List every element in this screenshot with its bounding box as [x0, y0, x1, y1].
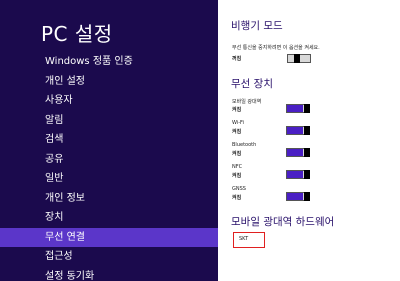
settings-content: 비행기 모드 무선 통신을 중지하려면 이 옵션을 켜세요. 꺼짐 무선 장치 … [218, 0, 400, 281]
bluetooth-state: 켜짐 [232, 151, 242, 157]
gnss-state: 켜짐 [232, 195, 242, 201]
nav-item-sync-settings[interactable]: 설정 동기화 [0, 267, 218, 281]
operator-item-skt[interactable]: SKT [233, 232, 265, 248]
bluetooth-toggle[interactable] [286, 148, 310, 157]
airplane-mode-state: 꺼짐 [232, 56, 242, 62]
nav-item-devices[interactable]: 장치 [0, 208, 218, 228]
toggle-thumb [304, 192, 310, 201]
wifi-toggle[interactable] [286, 126, 310, 135]
wifi-state: 켜짐 [232, 129, 242, 135]
wifi-label: Wi-Fi [232, 120, 244, 126]
nfc-toggle[interactable] [286, 170, 310, 179]
airplane-mode-heading: 비행기 모드 [231, 20, 283, 32]
nav-item-privacy[interactable]: 개인 정보 [0, 189, 218, 209]
page-title: PC 설정 [41, 22, 113, 46]
toggle-thumb [294, 54, 300, 63]
mobile-broadband-hardware-heading: 모바일 광대역 하드웨어 [231, 216, 335, 228]
nfc-state: 켜짐 [232, 173, 242, 179]
airplane-mode-description: 무선 통신을 중지하려면 이 옵션을 켜세요. [232, 45, 320, 51]
toggle-fill [287, 127, 303, 134]
nav-item-wireless[interactable]: 무선 연결 [0, 227, 218, 247]
settings-nav: Windows 정품 인증 개인 설정 사용자 알림 검색 공유 일반 개인 정… [0, 52, 218, 281]
toggle-thumb [304, 104, 310, 113]
airplane-mode-toggle[interactable] [287, 54, 311, 63]
mobile-broadband-state: 켜짐 [232, 107, 242, 113]
nav-item-personalize[interactable]: 개인 설정 [0, 72, 218, 92]
nav-item-share[interactable]: 공유 [0, 150, 218, 170]
nav-item-notifications[interactable]: 알림 [0, 111, 218, 131]
toggle-thumb [304, 148, 310, 157]
gnss-toggle[interactable] [286, 192, 310, 201]
nav-item-search[interactable]: 검색 [0, 130, 218, 150]
toggle-fill [287, 171, 303, 178]
toggle-fill [287, 193, 303, 200]
mobile-broadband-label: 모바일 광대역 [232, 99, 262, 105]
toggle-thumb [304, 170, 310, 179]
settings-sidebar: PC 설정 Windows 정품 인증 개인 설정 사용자 알림 검색 공유 일… [0, 0, 218, 281]
toggle-thumb [304, 126, 310, 135]
nfc-label: NFC [232, 164, 243, 170]
toggle-fill [287, 105, 303, 112]
toggle-fill [287, 149, 303, 156]
gnss-label: GNSS [232, 186, 246, 192]
nav-item-ease-of-access[interactable]: 접근성 [0, 247, 218, 267]
nav-item-activation[interactable]: Windows 정품 인증 [0, 52, 218, 72]
wireless-devices-heading: 무선 장치 [231, 78, 273, 90]
mobile-broadband-toggle[interactable] [286, 104, 310, 113]
bluetooth-label: Bluetooth [232, 142, 257, 148]
nav-item-general[interactable]: 일반 [0, 169, 218, 189]
nav-item-users[interactable]: 사용자 [0, 91, 218, 111]
